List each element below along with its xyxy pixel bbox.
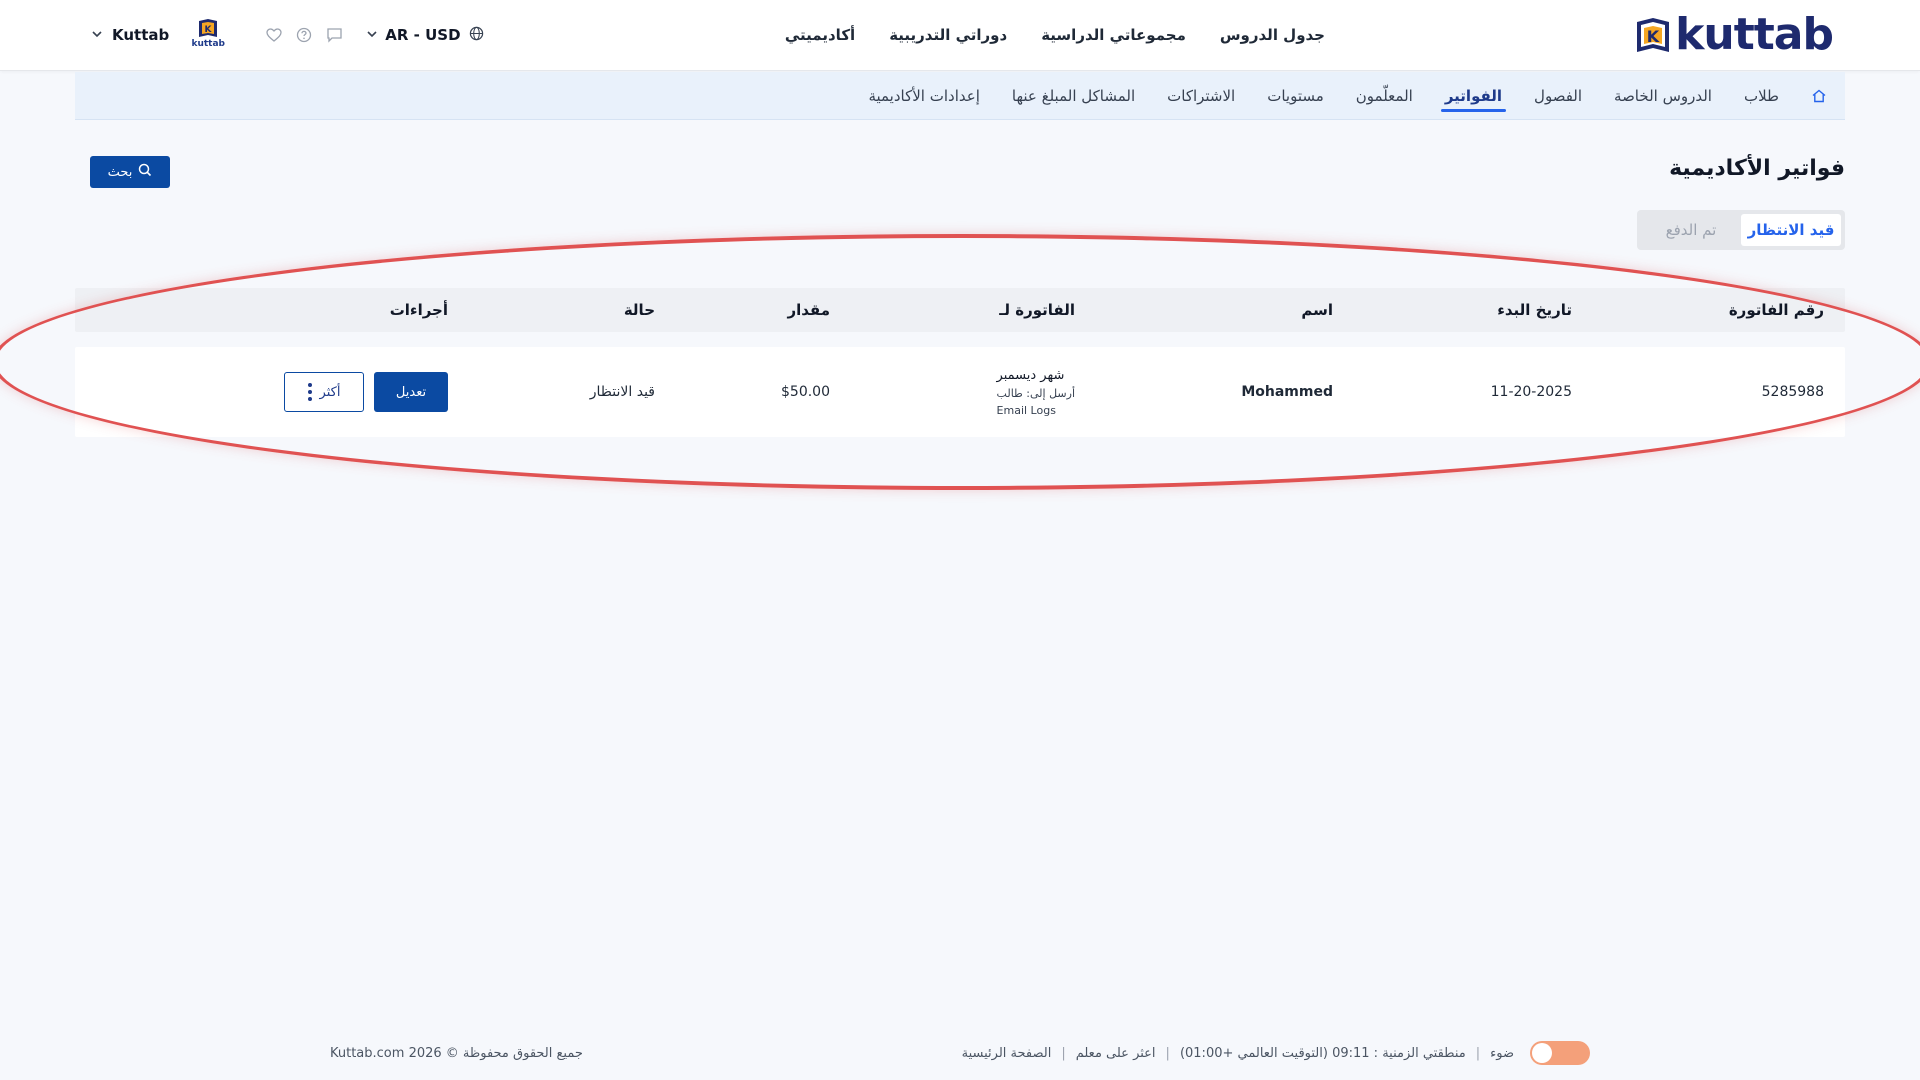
footer-separator: | <box>1165 1045 1170 1061</box>
sub-nav-teachers[interactable]: المعلّمون <box>1356 72 1413 120</box>
search-button[interactable]: بحث <box>90 156 170 188</box>
sub-nav-levels[interactable]: مستويات <box>1267 72 1324 120</box>
academy-sub-nav: طلاب الدروس الخاصة الفصول الفواتير المعل… <box>75 72 1845 120</box>
footer: الصفحة الرئيسية | اعثر على معلم | منطقتي… <box>0 1038 1920 1068</box>
avatar[interactable]: K kuttab <box>189 17 227 53</box>
header-name: اسم <box>1301 301 1333 319</box>
footer-copyright: جميع الحقوق محفوظة © 2026 Kuttab.com <box>330 1045 583 1061</box>
sub-nav-reported-issues[interactable]: المشاكل المبلغ عنها <box>1012 72 1135 120</box>
invoice-actions: تعديل أكثر <box>284 347 448 437</box>
header-status: حالة <box>623 301 655 319</box>
footer-separator: | <box>1475 1045 1481 1061</box>
brand-logo[interactable]: K kuttab <box>1633 9 1834 60</box>
currency-label: AR - USD <box>385 26 461 44</box>
search-icon <box>138 163 152 181</box>
top-nav-schedule[interactable]: جدول الدروس <box>1220 26 1325 44</box>
svg-text:K: K <box>1647 27 1660 46</box>
footer-theme-label: ضوء <box>1490 1045 1514 1061</box>
email-logs-link[interactable]: Email Logs <box>997 404 1056 417</box>
invoice-for: شهر ديسمبر أرسل إلى: طالب Email Logs <box>997 347 1075 437</box>
footer-find-teacher-link[interactable]: اعثر على معلم <box>1076 1046 1156 1061</box>
vertical-dots-icon <box>307 383 312 401</box>
more-button-label: أكثر <box>319 384 341 400</box>
currency-selector[interactable]: AR - USD <box>367 26 483 45</box>
header-amount: مقدار <box>787 301 830 319</box>
invoice-start-date: 11-20-2025 <box>1490 384 1572 400</box>
sub-nav-academy-settings[interactable]: إعدادات الأكاديمية <box>868 72 979 120</box>
header-start-date: تاريخ البدء <box>1497 301 1572 319</box>
footer-links: الصفحة الرئيسية | اعثر على معلم | منطقتي… <box>962 1038 1590 1068</box>
invoice-for-title: شهر ديسمبر <box>996 367 1065 383</box>
user-name: Kuttab <box>112 26 170 44</box>
header-invoice-for: الفاتورة لـ <box>999 301 1075 319</box>
avatar-label: kuttab <box>191 39 225 49</box>
invoice-status: قيد الانتظار <box>589 384 655 400</box>
globe-icon <box>469 26 484 45</box>
invoice-number: 5285988 <box>1761 384 1824 400</box>
sub-nav-students[interactable]: طلاب <box>1744 72 1779 120</box>
chevron-down-icon <box>367 29 377 42</box>
top-header: K kuttab جدول الدروس مجموعاتي الدراسية د… <box>0 0 1920 71</box>
page-title: فواتير الأكاديمية <box>1669 156 1845 181</box>
logo-text: kuttab <box>1675 9 1834 60</box>
tab-pending[interactable]: قيد الانتظار <box>1741 214 1841 246</box>
chevron-down-icon <box>92 29 102 42</box>
sub-nav-private-lessons[interactable]: الدروس الخاصة <box>1614 72 1712 120</box>
top-nav: جدول الدروس مجموعاتي الدراسية دوراتي الت… <box>785 0 1325 70</box>
edit-button[interactable]: تعديل <box>374 372 448 412</box>
invoice-sent-to: أرسل إلى: طالب <box>996 386 1075 400</box>
heart-icon[interactable] <box>265 26 283 44</box>
header-invoice-number: رقم الفاتورة <box>1728 301 1824 319</box>
invoice-student-name: Mohammed <box>1241 384 1333 400</box>
sub-nav-classes[interactable]: الفصول <box>1534 72 1582 120</box>
top-nav-study-groups[interactable]: مجموعاتي الدراسية <box>1041 26 1186 44</box>
footer-separator: | <box>1061 1045 1066 1061</box>
chat-icon[interactable] <box>325 26 343 44</box>
home-icon[interactable] <box>1811 72 1827 120</box>
invoice-status-tabs: قيد الانتظار تم الدفع <box>1637 210 1845 250</box>
top-left-controls: Kuttab K kuttab AR - USD <box>92 0 484 70</box>
kuttab-logo-icon: K <box>1633 14 1673 56</box>
help-icon[interactable] <box>295 26 313 44</box>
more-button[interactable]: أكثر <box>284 372 364 412</box>
sub-nav-invoices[interactable]: الفواتير <box>1440 72 1507 120</box>
footer-home-link[interactable]: الصفحة الرئيسية <box>962 1046 1052 1061</box>
invoice-amount: $50.00 <box>781 384 830 400</box>
invoices-table-header: رقم الفاتورة تاريخ البدء اسم الفاتورة لـ… <box>75 288 1845 332</box>
svg-text:K: K <box>205 25 213 35</box>
avatar-logo-icon: K <box>199 19 218 37</box>
table-row: 5285988 11-20-2025 Mohammed شهر ديسمبر أ… <box>75 347 1845 437</box>
header-actions: أجراءات <box>389 301 448 319</box>
sub-nav-subscriptions[interactable]: الاشتراكات <box>1167 72 1235 120</box>
search-button-label: بحث <box>107 164 133 180</box>
theme-toggle[interactable] <box>1530 1041 1590 1065</box>
top-nav-my-academy[interactable]: أكاديميتي <box>785 26 855 44</box>
header-icons <box>265 26 343 44</box>
tab-paid[interactable]: تم الدفع <box>1641 214 1741 246</box>
user-menu[interactable]: Kuttab <box>92 26 169 44</box>
top-nav-courses[interactable]: دوراتي التدريبية <box>889 26 1007 44</box>
footer-timezone[interactable]: منطقتي الزمنية : 09:11 (التوقيت العالمي … <box>1180 1046 1466 1061</box>
